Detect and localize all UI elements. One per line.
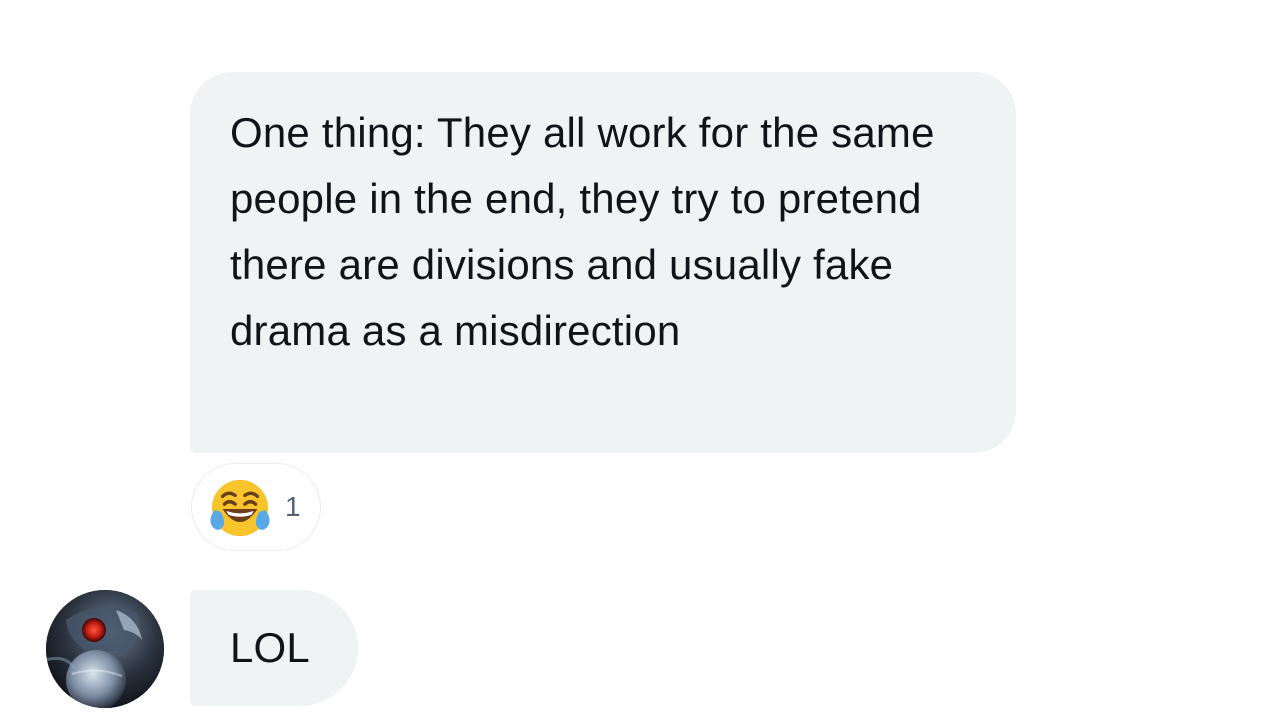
reaction-pill[interactable] [191,463,321,551]
face-with-tears-of-joy-icon [210,479,270,537]
message-text: One thing: They all work for the same pe… [230,109,935,354]
message-text: LOL [230,624,310,671]
avatar-image [46,590,164,708]
message-bubble[interactable]: LOL [190,590,358,706]
reaction-count: 1 [285,491,301,522]
message-bubble[interactable]: One thing: They all work for the same pe… [190,72,1016,453]
avatar[interactable] [46,590,164,708]
